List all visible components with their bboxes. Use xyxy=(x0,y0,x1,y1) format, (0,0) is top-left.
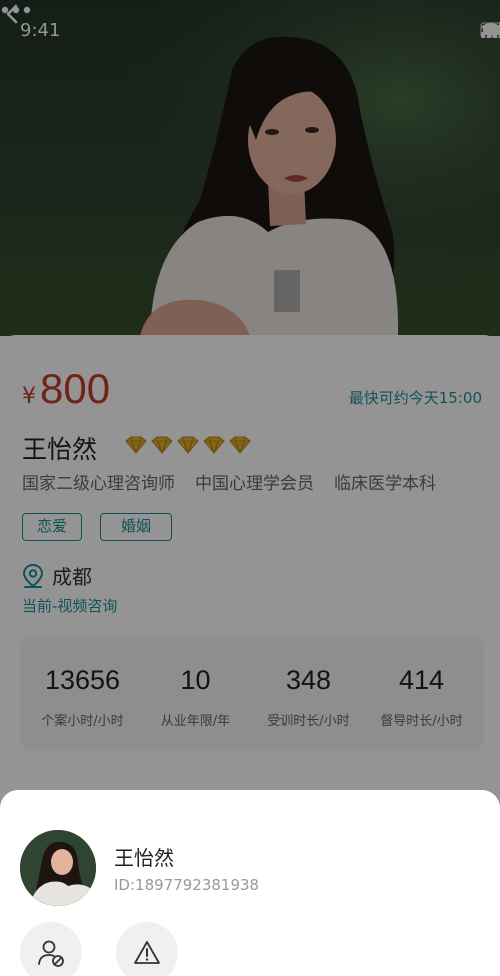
report-warning-icon xyxy=(134,941,160,964)
block-user-icon xyxy=(38,940,64,967)
avatar-image xyxy=(20,830,96,906)
action-sheet: 王怡然 ID:1897792381938 xyxy=(0,790,500,976)
report-button[interactable] xyxy=(116,922,178,976)
sheet-user-id: ID:1897792381938 xyxy=(114,876,260,894)
sheet-user-name: 王怡然 xyxy=(114,846,174,870)
avatar xyxy=(20,830,96,906)
block-user-button[interactable] xyxy=(20,922,82,976)
